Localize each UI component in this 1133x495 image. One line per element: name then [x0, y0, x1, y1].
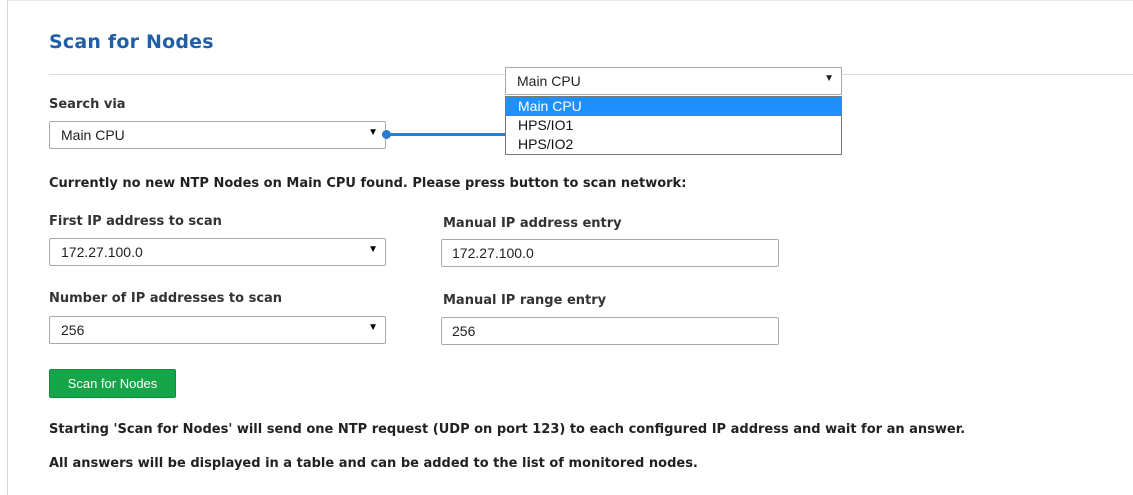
- chevron-down-icon: ▼: [368, 244, 378, 255]
- manual-ip-label: Manual IP address entry: [443, 216, 622, 231]
- first-ip-select[interactable]: 172.27.100.0 ▼: [49, 238, 386, 266]
- manual-range-input[interactable]: 256: [441, 317, 779, 345]
- chevron-down-icon: ▼: [368, 127, 378, 138]
- chevron-down-icon: ▼: [824, 73, 834, 84]
- first-ip-label: First IP address to scan: [49, 214, 222, 229]
- manual-ip-input[interactable]: 172.27.100.0: [441, 239, 779, 267]
- callout-connector-dot: [382, 130, 391, 139]
- status-message: Currently no new NTP Nodes on Main CPU f…: [49, 176, 687, 191]
- scan-note-line-1: Starting 'Scan for Nodes' will send one …: [49, 422, 966, 437]
- ip-count-value: 256: [61, 322, 85, 338]
- chevron-down-icon: ▼: [368, 322, 378, 333]
- page-title: Scan for Nodes: [49, 31, 214, 53]
- dropdown-options-list: Main CPU HPS/IO1 HPS/IO2: [505, 96, 842, 155]
- dropdown-option-hps-io2[interactable]: HPS/IO2: [506, 135, 841, 154]
- search-via-select[interactable]: Main CPU ▼: [49, 121, 386, 149]
- search-via-value: Main CPU: [61, 127, 125, 143]
- dropdown-selected-value: Main CPU: [517, 73, 581, 89]
- manual-range-label: Manual IP range entry: [443, 293, 607, 308]
- ip-count-select[interactable]: 256 ▼: [49, 316, 386, 344]
- ip-count-label: Number of IP addresses to scan: [49, 291, 283, 306]
- search-via-label: Search via: [49, 97, 126, 112]
- frame-border-left: [7, 0, 8, 495]
- dropdown-option-hps-io1[interactable]: HPS/IO1: [506, 116, 841, 135]
- scan-for-nodes-button[interactable]: Scan for Nodes: [49, 369, 176, 398]
- first-ip-value: 172.27.100.0: [61, 244, 143, 260]
- scan-note-line-2: All answers will be displayed in a table…: [49, 456, 698, 471]
- dropdown-option-main-cpu[interactable]: Main CPU: [506, 97, 841, 116]
- search-via-dropdown-expanded[interactable]: Main CPU ▼: [505, 67, 842, 95]
- frame-border-top: [7, 0, 1133, 1]
- callout-connector-line: [386, 133, 507, 136]
